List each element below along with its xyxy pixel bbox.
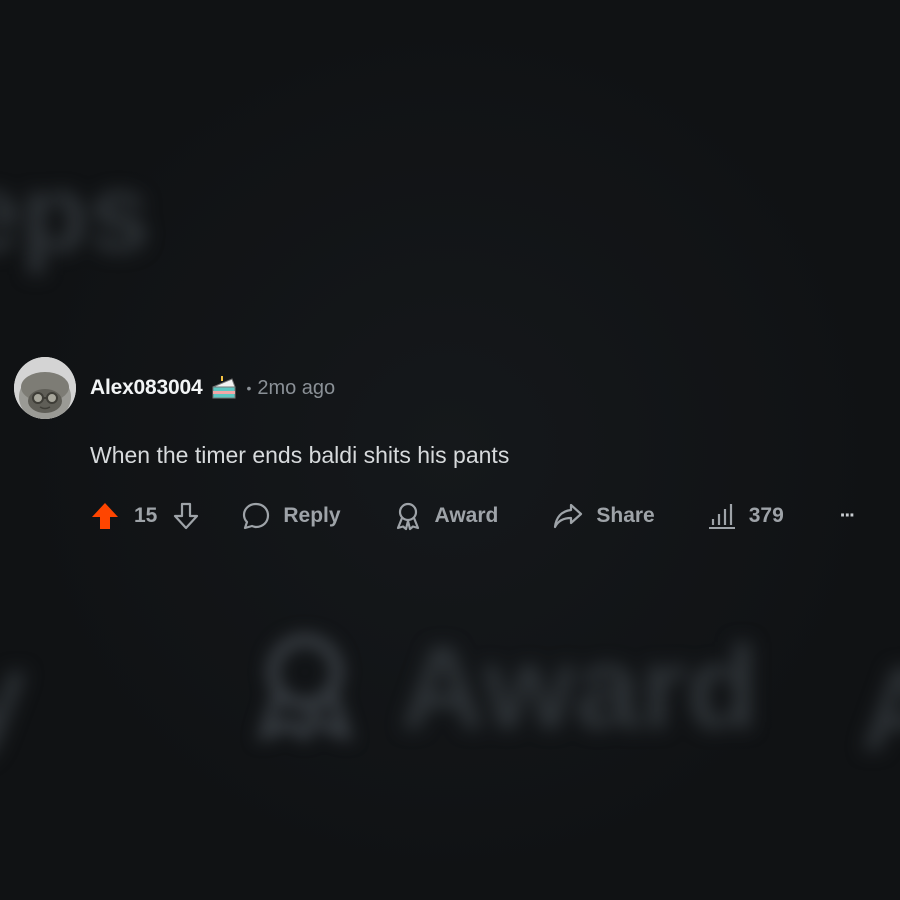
comment-action-bar: 15 Reply Award Share 379 ··· (90, 496, 884, 536)
award-ribbon-icon (396, 502, 419, 531)
background-award-icon (256, 633, 354, 740)
reply-label: Reply (283, 504, 341, 527)
app-screen: eps y Award A Alex083004 (0, 0, 900, 900)
downvote-button[interactable] (157, 501, 201, 531)
views-button[interactable]: 379 (707, 501, 784, 531)
reply-button[interactable]: Reply (241, 501, 341, 531)
share-label: Share (596, 504, 655, 527)
views-count: 379 (748, 504, 784, 527)
separator-dot: • (246, 380, 252, 396)
comment-body: When the timer ends baldi shits his pant… (90, 442, 510, 468)
bar-chart-icon (708, 504, 735, 529)
cake-icon (212, 376, 237, 399)
ellipsis-icon: ··· (839, 504, 856, 527)
award-label: Award (434, 504, 499, 527)
avatar[interactable] (14, 357, 76, 419)
share-button[interactable]: Share (552, 501, 655, 531)
award-button[interactable]: Award (393, 501, 499, 531)
username[interactable]: Alex083004 (90, 376, 203, 400)
background-blurred-text-right: A (860, 640, 900, 778)
more-options-button[interactable]: ··· (839, 504, 856, 528)
vote-count: 15 (134, 504, 158, 527)
background-blurred-award-label: Award (400, 622, 759, 754)
comment: Alex083004 • 2mo ago When the timer ends… (14, 356, 884, 536)
timestamp[interactable]: 2mo ago (257, 377, 335, 400)
speech-bubble-icon (243, 502, 270, 530)
comment-header: Alex083004 • 2mo ago (14, 356, 884, 420)
arrow-down-icon (174, 502, 199, 530)
background-blurred-text-left: y (0, 625, 27, 763)
share-arrow-icon (554, 503, 583, 529)
upvote-button[interactable] (90, 501, 120, 531)
avatar-image (14, 357, 76, 419)
background-blurred-text-top: eps (0, 152, 150, 275)
arrow-up-icon (92, 503, 118, 529)
